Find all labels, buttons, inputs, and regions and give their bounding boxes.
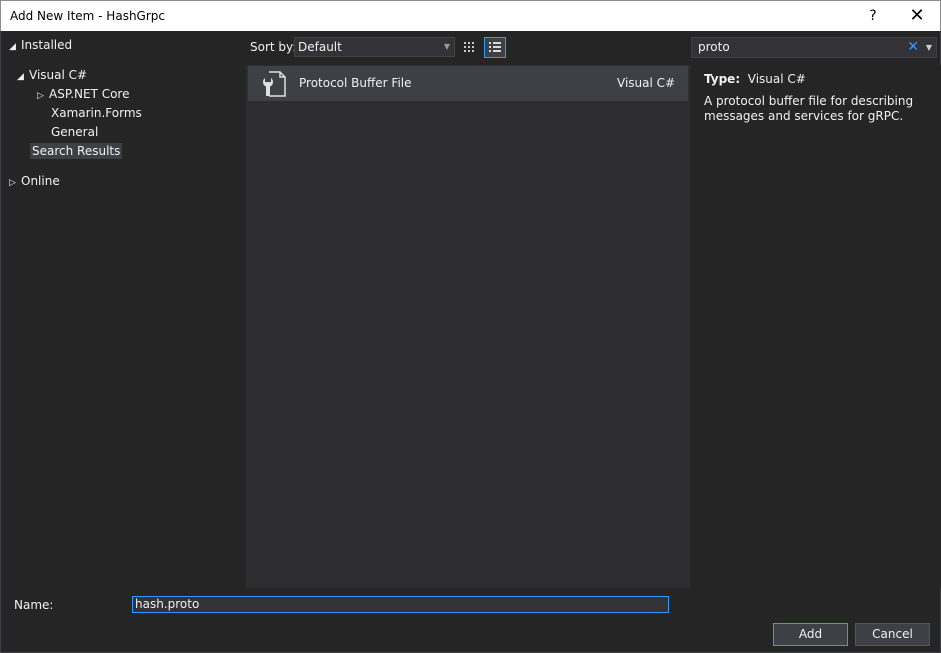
- type-label: Type:: [704, 72, 741, 86]
- template-list: Protocol Buffer File Visual C#: [246, 65, 690, 588]
- collapsed-triangle-icon: ▷: [37, 91, 44, 101]
- template-language: Visual C#: [617, 76, 676, 90]
- tree-item-xamarin-forms[interactable]: Xamarin.Forms: [51, 104, 142, 123]
- tree-item-search-results[interactable]: Search Results: [30, 142, 123, 161]
- name-input[interactable]: hash.proto: [132, 596, 669, 613]
- close-button[interactable]: ✕: [902, 5, 932, 27]
- title-bar: Add New Item - HashGrpc ? ✕: [0, 0, 941, 31]
- tree-item-installed[interactable]: ◢ Installed: [9, 36, 72, 55]
- tree-item-asp-net-core[interactable]: ▷ ASP.NET Core: [37, 85, 129, 104]
- template-search-input[interactable]: proto ✕ ▼: [691, 37, 937, 58]
- template-row-protocol-buffer-file[interactable]: Protocol Buffer File Visual C#: [248, 66, 688, 101]
- tree-item-label: ASP.NET Core: [49, 87, 130, 101]
- medium-icons-view-button[interactable]: [484, 37, 506, 58]
- type-row: Type: Visual C#: [704, 72, 806, 86]
- tree-item-label: Installed: [21, 38, 73, 52]
- collapsed-triangle-icon: ▷: [9, 178, 16, 188]
- tree-item-label: Search Results: [30, 143, 123, 159]
- sort-by-select[interactable]: Default ▼: [294, 37, 455, 57]
- add-button[interactable]: Add: [773, 623, 848, 646]
- protobuf-file-icon: [263, 71, 286, 97]
- name-input-value: hash.proto: [135, 597, 200, 611]
- tree-item-general[interactable]: General: [51, 123, 98, 142]
- expanded-triangle-icon: ◢: [9, 42, 16, 52]
- tree-item-label: Xamarin.Forms: [51, 106, 142, 120]
- expanded-triangle-icon: ◢: [17, 72, 24, 82]
- template-details-pane: Type: Visual C# A protocol buffer file f…: [690, 65, 941, 588]
- chevron-down-icon: ▼: [443, 42, 450, 51]
- cancel-button[interactable]: Cancel: [855, 623, 930, 646]
- tree-item-label: Visual C#: [29, 68, 88, 82]
- type-value: Visual C#: [747, 72, 806, 86]
- tree-item-label: General: [51, 125, 99, 139]
- list-view-icon: [489, 42, 501, 52]
- name-label: Name:: [14, 598, 54, 612]
- window-title: Add New Item - HashGrpc: [10, 9, 165, 23]
- grid-view-icon: [464, 42, 474, 52]
- template-description: A protocol buffer file for describing me…: [704, 94, 914, 123]
- small-icons-view-button[interactable]: [459, 37, 481, 58]
- search-input-value: proto: [698, 40, 730, 54]
- tree-item-online[interactable]: ▷ Online: [9, 172, 60, 191]
- tree-item-label: Online: [21, 174, 60, 188]
- sort-by-label: Sort by:: [250, 40, 297, 54]
- chevron-down-icon[interactable]: ▼: [926, 38, 932, 57]
- help-button[interactable]: ?: [858, 5, 888, 27]
- tree-item-visual-csharp[interactable]: ◢ Visual C#: [17, 66, 87, 85]
- sort-by-value: Default: [298, 40, 342, 54]
- template-name: Protocol Buffer File: [299, 76, 412, 90]
- template-tree: ◢ Installed ◢ Visual C# ▷ ASP.NET Core Xama…: [1, 31, 244, 591]
- add-new-item-dialog: ◢ Installed ◢ Visual C# ▷ ASP.NET Core Xama…: [0, 31, 941, 653]
- clear-search-icon[interactable]: ✕: [907, 38, 919, 57]
